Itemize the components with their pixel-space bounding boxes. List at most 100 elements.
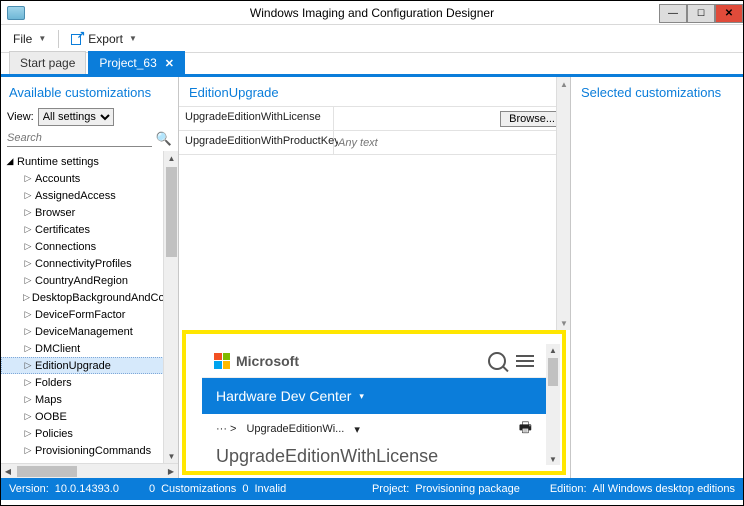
search-row: 🔍 [1, 130, 178, 151]
tree-item-label: Certificates [33, 224, 90, 236]
version-value: 10.0.14393.0 [55, 483, 119, 495]
tree-item-browser[interactable]: ▷Browser [1, 204, 178, 221]
tree-item-assignedaccess[interactable]: ▷AssignedAccess [1, 187, 178, 204]
expand-icon[interactable]: ▷ [23, 241, 33, 252]
tree-item-certificates[interactable]: ▷Certificates [1, 221, 178, 238]
titlebar: Windows Imaging and Configuration Design… [1, 1, 743, 25]
tree-item-oobe[interactable]: ▷OOBE [1, 408, 178, 425]
expand-icon[interactable]: ▷ [23, 445, 33, 456]
search-input[interactable] [7, 130, 152, 147]
scroll-up-icon[interactable]: ▲ [546, 344, 560, 356]
project-value: Provisioning package [415, 483, 520, 495]
tree-item-dmclient[interactable]: ▷DMClient [1, 340, 178, 357]
breadcrumb-item[interactable]: UpgradeEditionWi... [246, 423, 344, 435]
scroll-thumb[interactable] [166, 167, 177, 257]
tree-item-editionupgrade[interactable]: ▷EditionUpgrade [1, 357, 178, 374]
expand-icon[interactable]: ▷ [23, 309, 33, 320]
scroll-down-icon[interactable]: ▼ [546, 453, 560, 465]
search-icon[interactable]: 🔍 [156, 131, 172, 147]
settings-tree[interactable]: ◢Runtime settings▷Accounts▷AssignedAcces… [1, 151, 178, 463]
minimize-button[interactable]: — [659, 4, 687, 23]
expand-icon[interactable]: ▷ [23, 190, 33, 201]
collapse-icon[interactable]: ◢ [5, 156, 15, 167]
window-title: Windows Imaging and Configuration Design… [250, 6, 494, 20]
edition-value: All Windows desktop editions [593, 483, 735, 495]
tree-item-label: DeviceManagement [33, 326, 133, 338]
expand-icon[interactable]: ▷ [23, 428, 33, 439]
expand-icon[interactable]: ▷ [23, 343, 33, 354]
browse-button[interactable]: Browse... [500, 111, 564, 127]
expand-icon[interactable]: ▷ [23, 258, 33, 269]
expand-icon[interactable]: ▷ [23, 292, 30, 303]
mid-v-scrollbar[interactable]: ▲ ▼ [556, 77, 570, 330]
property-rows: UpgradeEditionWithLicense Browse...Upgrad… [179, 106, 570, 155]
doc-heading: UpgradeEditionWithLicense [202, 444, 546, 469]
tree-v-scrollbar[interactable]: ▲ ▼ [163, 151, 178, 463]
doc-section-label: Hardware Dev Center [216, 388, 351, 404]
tree-item-accounts[interactable]: ▷Accounts [1, 170, 178, 187]
microsoft-logo-icon [214, 353, 230, 369]
tree-item-label: ProvisioningCommands [33, 445, 151, 457]
tree-item-policies[interactable]: ▷Policies [1, 425, 178, 442]
app-icon [7, 6, 25, 20]
menubar: File ▼ Export ▼ [1, 25, 743, 53]
maximize-button[interactable]: ☐ [687, 4, 715, 23]
export-menu[interactable]: Export ▼ [65, 29, 143, 49]
scroll-left-icon[interactable]: ◀ [1, 464, 15, 479]
property-value-input[interactable] [338, 137, 566, 149]
expand-icon[interactable]: ▷ [23, 275, 33, 286]
expand-icon[interactable]: ▷ [23, 326, 33, 337]
close-button[interactable]: ✕ [715, 4, 743, 23]
tree-item-label: CountryAndRegion [33, 275, 128, 287]
expand-icon[interactable]: ▷ [23, 207, 33, 218]
tree-root[interactable]: ◢Runtime settings [1, 153, 178, 170]
close-tab-icon[interactable]: ✕ [165, 57, 174, 70]
tree-item-connectivityprofiles[interactable]: ▷ConnectivityProfiles [1, 255, 178, 272]
tree-item-countryandregion[interactable]: ▷CountryAndRegion [1, 272, 178, 289]
file-menu[interactable]: File ▼ [7, 29, 52, 49]
tree-item-provisioningcommands[interactable]: ▷ProvisioningCommands [1, 442, 178, 459]
scroll-thumb[interactable] [548, 358, 558, 386]
tab-start-page[interactable]: Start page [9, 51, 86, 74]
property-name: UpgradeEditionWithLicense [179, 107, 334, 130]
expand-icon[interactable]: ▷ [23, 224, 33, 235]
hamburger-icon[interactable] [516, 355, 534, 367]
search-icon[interactable] [488, 352, 506, 370]
scroll-thumb[interactable] [17, 466, 77, 477]
tree-item-label: DMClient [33, 343, 80, 355]
expand-icon[interactable]: ▷ [23, 377, 33, 388]
tree-item-devicemanagement[interactable]: ▷DeviceManagement [1, 323, 178, 340]
expand-icon[interactable]: ▷ [23, 394, 33, 405]
tree-item-label: AssignedAccess [33, 190, 116, 202]
tree-item-label: Folders [33, 377, 72, 389]
breadcrumb-prefix[interactable]: ··· > [216, 423, 236, 435]
tree-item-connections[interactable]: ▷Connections [1, 238, 178, 255]
print-icon[interactable]: 🖶 [519, 417, 532, 441]
expand-icon[interactable]: ▷ [23, 411, 33, 422]
view-label: View: [7, 111, 34, 123]
expand-icon[interactable]: ▷ [23, 173, 33, 184]
tree-item-deviceformfactor[interactable]: ▷DeviceFormFactor [1, 306, 178, 323]
tree-root-label: Runtime settings [15, 156, 99, 168]
tree-h-scrollbar[interactable]: ◀ ▶ [1, 463, 178, 478]
tree-item-label: DesktopBackgroundAndColors [30, 292, 178, 304]
scroll-down-icon[interactable]: ▼ [557, 316, 571, 330]
doc-v-scrollbar[interactable]: ▲ ▼ [546, 344, 560, 465]
tree-item-maps[interactable]: ▷Maps [1, 391, 178, 408]
tab-project[interactable]: Project_63 ✕ [88, 51, 185, 74]
view-select[interactable]: All settings [38, 108, 114, 126]
statusbar: Version: 10.0.14393.0 0 Customizations 0… [1, 478, 743, 500]
tree-item-folders[interactable]: ▷Folders [1, 374, 178, 391]
property-row: UpgradeEditionWithLicense Browse... [179, 107, 570, 131]
chevron-down-icon[interactable]: ▾ [354, 423, 360, 436]
scroll-down-icon[interactable]: ▼ [164, 449, 178, 463]
chevron-down-icon: ▼ [38, 34, 46, 43]
invalid-label: Invalid [254, 483, 286, 495]
tree-item-desktopbackgroundandcolors[interactable]: ▷DesktopBackgroundAndColors [1, 289, 178, 306]
version-label: Version: [9, 483, 49, 495]
expand-icon[interactable]: ▷ [23, 360, 33, 371]
scroll-right-icon[interactable]: ▶ [164, 464, 178, 479]
doc-section-bar[interactable]: Hardware Dev Center ▾ [202, 378, 546, 414]
scroll-up-icon[interactable]: ▲ [164, 151, 178, 165]
scroll-up-icon[interactable]: ▲ [557, 77, 571, 91]
